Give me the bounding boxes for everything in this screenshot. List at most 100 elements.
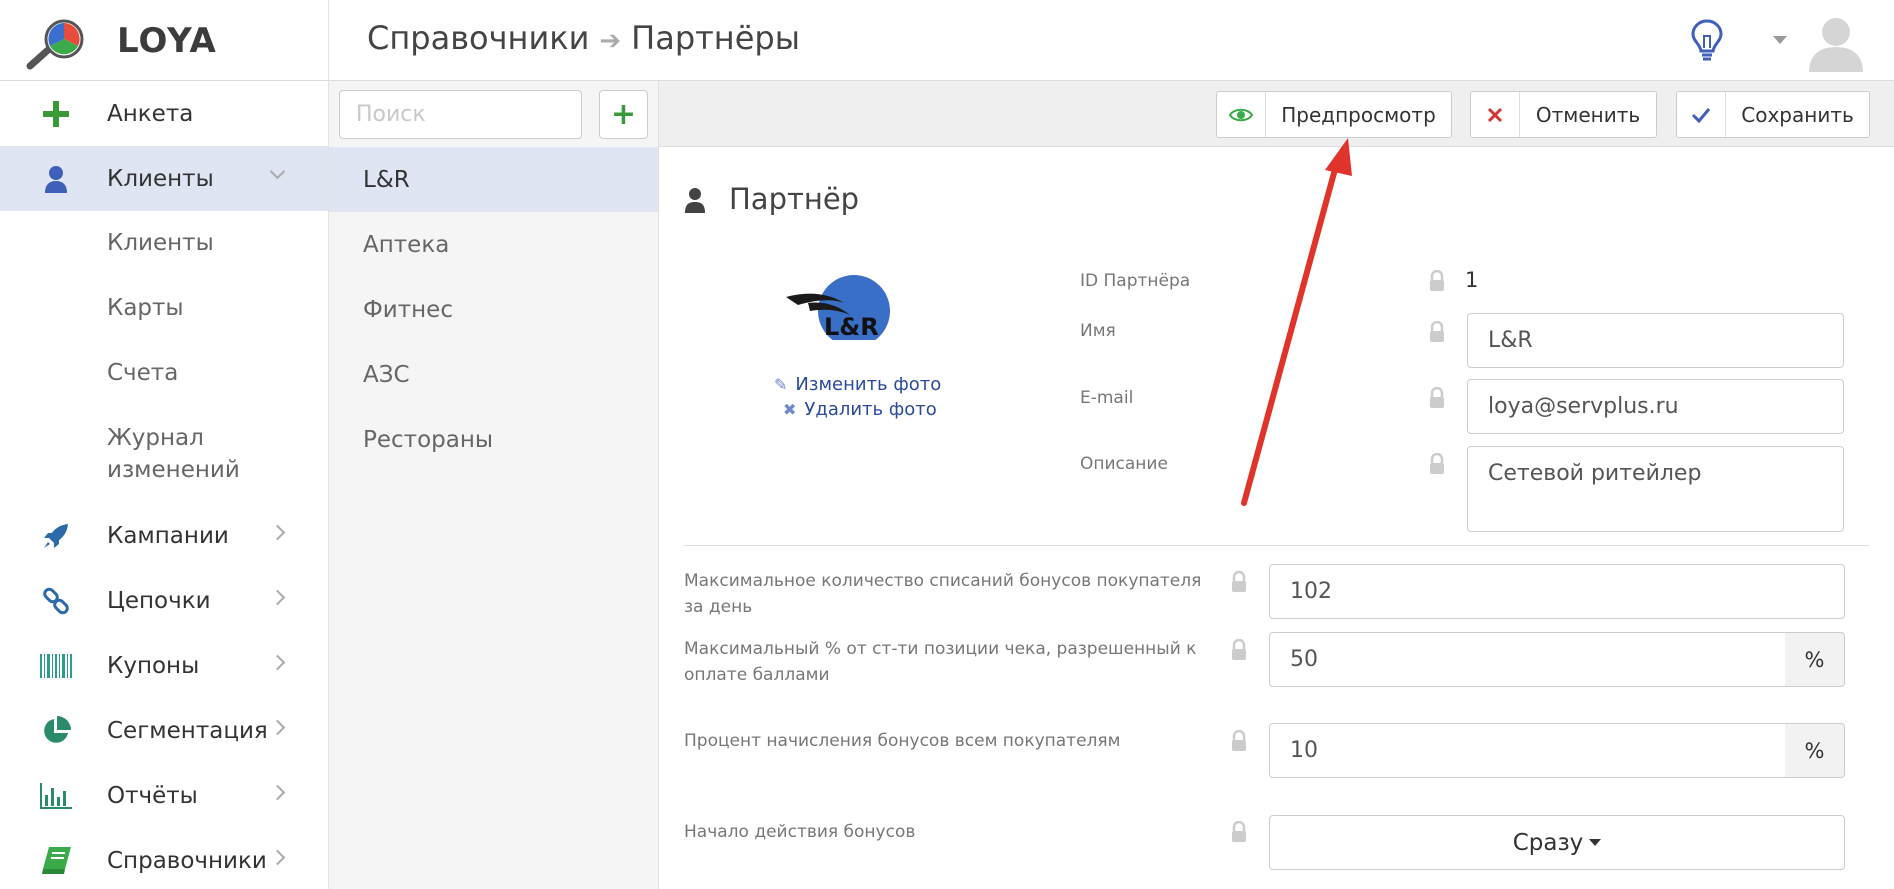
sidebar-item-directories[interactable]: Справочники (0, 828, 328, 889)
sidebar-subitem-clients[interactable]: Клиенты (107, 227, 214, 259)
pencil-icon: ✎ (774, 375, 788, 394)
lock-icon (1232, 639, 1246, 660)
percent-addon: % (1785, 632, 1845, 687)
sidebar-item-segmentation[interactable]: Сегментация (0, 698, 328, 763)
user-icon (685, 188, 705, 213)
sidebar-subitem-label: Журнал (107, 425, 204, 451)
preview-button[interactable]: Предпросмотр (1216, 91, 1452, 138)
max-percent-label: Максимальный % от ст-ти позиции чека, ра… (684, 639, 1197, 685)
cancel-button[interactable]: Отменить (1470, 91, 1657, 138)
percent-addon: % (1785, 723, 1845, 778)
chevron-right-icon (269, 589, 286, 606)
sidebar-item-chains[interactable]: Цепочки (0, 568, 328, 633)
list-item[interactable]: L&R (329, 147, 658, 212)
user-icon (40, 164, 72, 194)
sidebar-item-label: Цепочки (107, 587, 211, 614)
lock-icon (1430, 453, 1444, 474)
svg-text:L&R: L&R (824, 313, 879, 340)
sidebar-subitem-accounts[interactable]: Счета (107, 357, 178, 389)
lock-icon (1232, 730, 1246, 751)
sidebar-subitem-change-log[interactable]: Журнал изменений (107, 422, 240, 486)
logo-magnifier-icon (26, 19, 84, 70)
chevron-right-icon (269, 719, 286, 736)
toolbar: Предпросмотр Отменить Сохранить (659, 81, 1894, 147)
sidebar-item-label: Кампании (107, 522, 229, 549)
sidebar-item-label: Купоны (107, 652, 200, 679)
name-label: Имя (1080, 321, 1116, 341)
sidebar-item-label: Отчёты (107, 782, 198, 809)
sidebar-subitem-label: изменений (107, 457, 240, 483)
max-percent-field[interactable]: 50 (1269, 632, 1786, 687)
logo[interactable]: LOYA (0, 0, 329, 81)
close-icon: ✖ (783, 400, 797, 419)
plus-icon (40, 99, 72, 129)
pie-chart-icon (40, 716, 72, 746)
chevron-right-icon (269, 784, 286, 801)
chevron-right-icon (269, 654, 286, 671)
sidebar-item-campaigns[interactable]: Кампании (0, 503, 328, 568)
list-item[interactable]: АЗС (329, 342, 658, 407)
change-photo-label: Изменить фото (795, 374, 942, 395)
chevron-right-icon (269, 849, 286, 866)
sidebar-subitem-cards[interactable]: Карты (107, 292, 184, 324)
sidebar: Анкета Клиенты Клиенты Карты Счета Журна… (0, 81, 329, 889)
chevron-down-icon (269, 163, 286, 180)
lock-icon (1232, 571, 1246, 592)
bonus-start-dropdown[interactable]: Сразу (1269, 815, 1845, 870)
divider (684, 545, 1869, 546)
lock-icon (1430, 321, 1444, 342)
sidebar-item-reports[interactable]: Отчёты (0, 763, 328, 828)
sidebar-item-coupons[interactable]: Купоны (0, 633, 328, 698)
eye-icon (1217, 92, 1266, 137)
bar-chart-icon (40, 781, 72, 811)
sidebar-item-clients[interactable]: Клиенты (0, 146, 328, 211)
link-icon (40, 586, 72, 616)
max-writeoffs-field[interactable]: 102 (1269, 564, 1845, 619)
bonus-start-label: Начало действия бонусов (684, 822, 916, 842)
partner-id-value: 1 (1465, 268, 1479, 292)
list-item[interactable]: Рестораны (329, 407, 658, 472)
accrual-percent-field[interactable]: 10 (1269, 723, 1786, 778)
sidebar-item-label: Сегментация (107, 717, 268, 744)
add-partner-button[interactable]: + (599, 90, 648, 139)
section-title: Партнёр (729, 182, 860, 216)
accrual-percent-label: Процент начисления бонусов всем покупате… (684, 731, 1121, 751)
lock-icon (1430, 270, 1444, 291)
name-field[interactable]: L&R (1467, 313, 1844, 368)
lock-icon (1430, 387, 1444, 408)
email-field[interactable]: loya@servplus.ru (1467, 379, 1844, 434)
close-icon (1471, 92, 1520, 137)
sidebar-item-label: Клиенты (107, 165, 214, 192)
user-menu-caret-icon[interactable] (1773, 36, 1787, 44)
list-item[interactable]: Фитнес (329, 277, 658, 342)
change-photo-link[interactable]: ✎ Изменить фото (774, 374, 941, 395)
lightbulb-icon[interactable] (1690, 18, 1724, 62)
user-avatar[interactable] (1805, 10, 1867, 72)
description-label: Описание (1080, 454, 1168, 474)
sidebar-item-label: Справочники (107, 847, 267, 874)
partner-photo: L&R (786, 275, 890, 340)
barcode-icon (40, 651, 72, 681)
lock-icon (1232, 821, 1246, 842)
arrow-right-icon: ➔ (599, 26, 622, 56)
caret-down-icon (1589, 839, 1602, 846)
save-button-label: Сохранить (1741, 102, 1854, 127)
sidebar-item-questionnaire[interactable]: Анкета (0, 81, 328, 146)
sidebar-item-label: Анкета (107, 100, 194, 127)
email-label: E-mail (1080, 388, 1134, 408)
top-bar: LOYA Справочники ➔ Партнёры (0, 0, 1894, 81)
description-textarea[interactable]: Сетевой ритейлер (1467, 446, 1844, 532)
chevron-right-icon (269, 524, 286, 541)
check-icon (1677, 92, 1726, 137)
rocket-icon (40, 521, 72, 551)
delete-photo-label: Удалить фото (804, 399, 937, 420)
logo-text: LOYA (117, 21, 217, 61)
breadcrumb-item-directories[interactable]: Справочники (367, 19, 589, 57)
search-input[interactable] (339, 90, 582, 139)
list-item[interactable]: Аптека (329, 212, 658, 277)
book-icon (40, 846, 72, 876)
delete-photo-link[interactable]: ✖ Удалить фото (783, 399, 937, 420)
save-button[interactable]: Сохранить (1676, 91, 1870, 138)
partner-id-label: ID Партнёра (1080, 271, 1191, 291)
breadcrumb: Справочники ➔ Партнёры (367, 19, 800, 57)
